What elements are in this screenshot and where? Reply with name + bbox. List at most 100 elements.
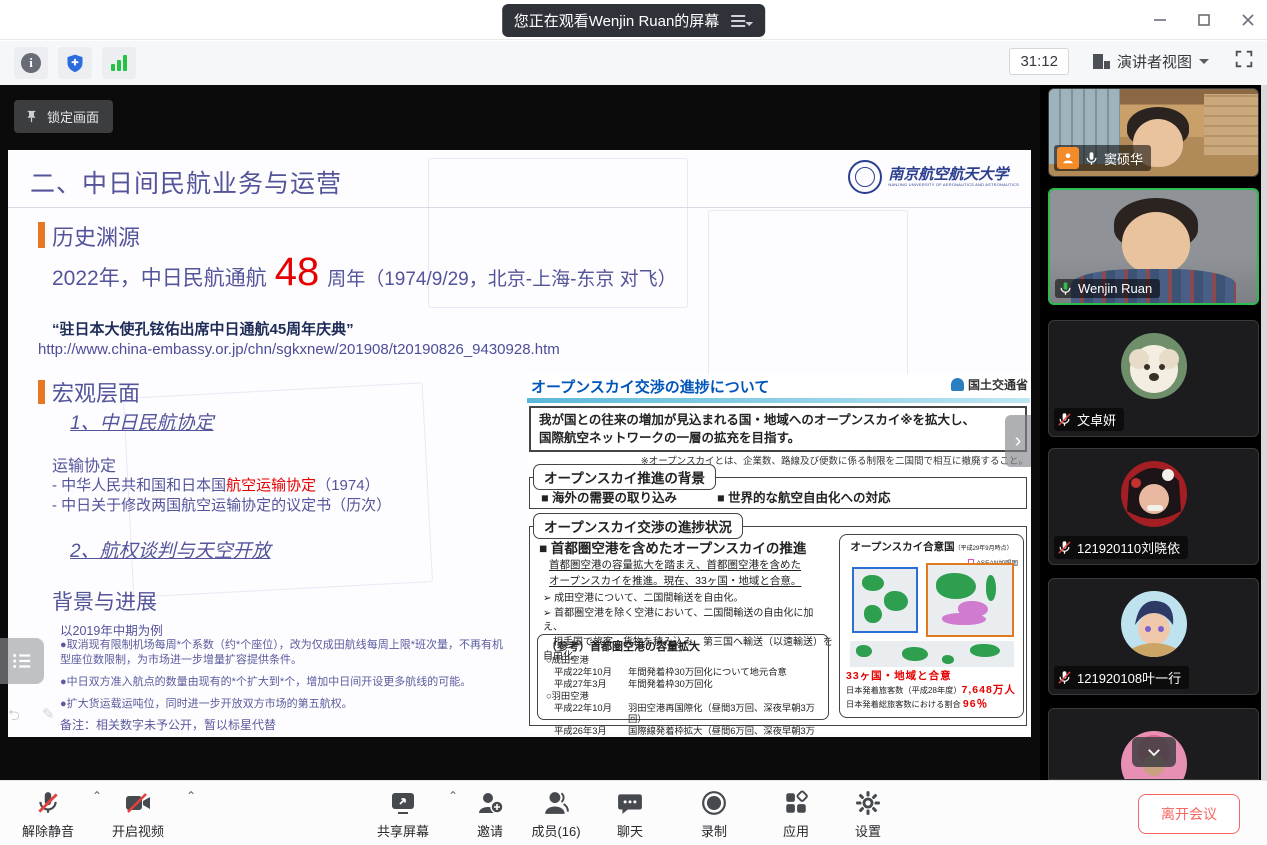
sidebar-scrollbar[interactable] xyxy=(1261,85,1267,780)
embassy-quote: “驻日本大使孔铉佑出席中日通航45周年庆典” xyxy=(52,318,354,339)
jdoc-ref-row: 平成27年3月年間発着枠30万回化 xyxy=(546,679,820,691)
next-page-arrow[interactable]: › xyxy=(1005,415,1031,467)
invite-label: 邀请 xyxy=(477,821,503,840)
record-label: 录制 xyxy=(701,821,727,840)
security-button[interactable] xyxy=(58,47,92,79)
jdoc-map-panel: オープンスカイ合意国（平成29年9月時点） ASEAN加盟国 xyxy=(839,534,1024,718)
ref-c2: 国際線発着枠拡大（昼間6万回、深夜早朝3万回） xyxy=(628,726,820,737)
chat-label: 聊天 xyxy=(617,821,643,840)
participant-tile-1[interactable]: 窦硕华 xyxy=(1048,88,1259,177)
undo-icon[interactable]: ⮌ xyxy=(8,705,20,730)
jdoc-status-bullet2: ➢ 首都圏空港を除く空港において、二国間輸送の自由化に加え、 xyxy=(543,607,833,636)
jdoc-map-stats: 33ヶ国・地域と合意 日本発着旅客数（平成28年度）7,648万人 日本発着総旅… xyxy=(846,669,1018,712)
university-name-en: NANJING UNIVERSITY OF AERONAUTICS AND AS… xyxy=(888,182,1019,187)
section2-item2: 2、航权谈判与天空开放 xyxy=(70,536,271,563)
collapse-sidebar-button[interactable] xyxy=(1132,737,1176,767)
leave-meeting-button[interactable]: 离开会议 xyxy=(1138,794,1240,834)
jdoc-map-title: オープンスカイ合意国（平成29年9月時点） xyxy=(840,539,1023,554)
participants-sidebar: 窦硕华 Wenjin Ruan xyxy=(1040,85,1267,780)
pencil-icon[interactable]: ✎ xyxy=(42,705,55,730)
members-label: 成员(16) xyxy=(531,821,580,840)
participant-name-bar: 121920110刘晓依 xyxy=(1054,536,1188,559)
section1-heading: 历史渊源 xyxy=(52,220,140,252)
chat-button[interactable]: 聊天 xyxy=(592,789,668,840)
maximize-button[interactable] xyxy=(1195,11,1213,29)
record-icon xyxy=(701,790,727,816)
jdoc-ref-row: 平成26年3月国際線発着枠拡大（昼間6万回、深夜早朝3万回） xyxy=(546,726,820,737)
banner-menu-icon[interactable] xyxy=(731,15,753,27)
bottom-toolbar: 解除静音 ⌃ 开启视频 ⌃ 共享屏幕 ⌃ 邀请 成员(1 xyxy=(0,780,1267,845)
start-video-button[interactable]: 开启视频 xyxy=(100,789,176,840)
view-mode-button[interactable]: 演讲者视图 xyxy=(1087,47,1215,76)
menubar-right: 31:12 演讲者视图 xyxy=(1009,47,1255,76)
apps-icon xyxy=(783,790,809,816)
participant-name-bar: Wenjin Ruan xyxy=(1055,279,1160,298)
bullet-3: ●扩大货运载运吨位，同时进一步开放双方市场的第五航权。 xyxy=(60,697,512,712)
transport-agreement-label: 运输协定 xyxy=(52,452,116,476)
europe-map xyxy=(852,567,918,633)
minimize-button[interactable] xyxy=(1151,11,1169,29)
camera-muted-icon xyxy=(124,790,152,816)
annotation-tools-faint[interactable]: ⮌ ✎ xyxy=(8,705,55,730)
start-video-label: 开启视频 xyxy=(112,821,164,840)
share-screen-button[interactable]: 共享屏幕 xyxy=(365,789,441,840)
watching-banner[interactable]: 您正在观看Wenjin Ruan的屏幕 xyxy=(502,4,766,37)
anime-red-avatar-image xyxy=(1121,461,1187,527)
apps-button[interactable]: 应用 xyxy=(758,789,834,840)
jdoc-status-heading: ■ 首都圏空港を含めたオープンスカイの推進 xyxy=(539,537,806,557)
meeting-window: 您正在观看Wenjin Ruan的屏幕 i 31:1 xyxy=(0,0,1267,845)
participant-name: 121920108叶一行 xyxy=(1077,668,1181,687)
settings-label: 设置 xyxy=(855,821,881,840)
settings-button[interactable]: 设置 xyxy=(830,789,906,840)
jdoc-lead1: 我が国との往来の増加が見込まれる国・地域へのオープンスカイ※を拡大し、 xyxy=(539,413,975,427)
participant-tile-4[interactable]: 121920110刘晓依 xyxy=(1048,448,1259,565)
anniversary-line: 2022年，中日民航通航 48 周年（1974/9/29，北京-上海-东京 对飞… xyxy=(52,250,677,295)
participant-tile-3[interactable]: 文卓妍 xyxy=(1048,320,1259,437)
jdoc-status-body: 首都圏空港の容量拡大を踏まえ、首都圏空港を含めた オープンスカイを推進。現在、3… xyxy=(549,558,829,590)
record-button[interactable]: 录制 xyxy=(676,789,752,840)
list-icon xyxy=(11,650,33,672)
participant-tile-2[interactable]: Wenjin Ruan xyxy=(1048,188,1259,305)
fullscreen-button[interactable] xyxy=(1233,48,1255,75)
jdoc-ref-row: ○成田空港 xyxy=(546,655,820,667)
agreement-line1: - 中华人民共和国和日本国航空运输协定（1974） xyxy=(52,474,380,495)
jdoc-title-underline xyxy=(527,398,1030,403)
ref-c1: 平成27年3月 xyxy=(546,679,628,691)
close-button[interactable] xyxy=(1239,11,1257,29)
window-titlebar: 您正在观看Wenjin Ruan的屏幕 xyxy=(0,0,1267,40)
lock-view-label: 锁定画面 xyxy=(47,107,99,126)
bullet-2: ●中日双方准入航点的数量由现有的*个扩大到*个，增加中日间开设更多航线的可能。 xyxy=(60,675,512,690)
unmute-label: 解除静音 xyxy=(22,821,74,840)
video-options-caret[interactable]: ⌃ xyxy=(186,789,196,803)
jdoc-ref-row: ○羽田空港 xyxy=(546,691,820,703)
meeting-timer: 31:12 xyxy=(1009,48,1069,75)
meeting-info-button[interactable]: i xyxy=(14,47,48,79)
jdoc-ref-row: 平成22年10月年間発着枠30万回化について地元合意 xyxy=(546,667,820,679)
world-map xyxy=(850,641,1014,667)
agreement-line1-post: （1974） xyxy=(316,477,379,494)
members-button[interactable]: 成员(16) xyxy=(518,789,594,840)
pin-icon xyxy=(24,109,39,124)
section2-heading: 宏观层面 xyxy=(52,376,140,408)
meeting-menubar: i 31:12 演讲者视图 xyxy=(0,41,1267,85)
annotation-list-button[interactable] xyxy=(0,638,44,684)
jdoc-map-title-sub: （平成29年9月時点） xyxy=(955,546,1013,552)
bullet-1: ●取消现有限制机场每周*个系数（约*个座位），改为仅成田航线每周上限*班次量，不… xyxy=(60,638,512,668)
jdoc-status-line1: 首都圏空港の容量拡大を踏まえ、首都圏空港を含めた xyxy=(549,559,801,571)
section3-note: 备注：相关数字未予公开，暂以标星代替 xyxy=(60,716,276,733)
unmute-button[interactable]: 解除静音 xyxy=(10,789,86,840)
network-quality-button[interactable] xyxy=(102,47,136,79)
participant-name-bar: 窦硕华 xyxy=(1054,145,1151,171)
lock-view-button[interactable]: 锁定画面 xyxy=(14,100,113,133)
invite-button[interactable]: 邀请 xyxy=(452,789,528,840)
menubar-left: i xyxy=(14,47,136,79)
section3-intro: 以2019年中期为例 xyxy=(60,620,163,639)
jdoc-bg-item2: ■ 世界的な航空自由化への対応 xyxy=(717,487,891,506)
jdoc-ministry: 国土交通省 xyxy=(951,376,1028,393)
slide-title-rule xyxy=(8,207,1031,208)
jdoc-lead-box: 我が国との往来の増加が見込まれる国・地域へのオープンスカイ※を拡大し、 国際航空… xyxy=(529,406,1027,452)
fullscreen-icon xyxy=(1233,48,1255,70)
mic-active-icon xyxy=(1058,281,1073,296)
participant-tile-6[interactable] xyxy=(1048,708,1259,780)
participant-tile-5[interactable]: 121920108叶一行 xyxy=(1048,578,1259,695)
